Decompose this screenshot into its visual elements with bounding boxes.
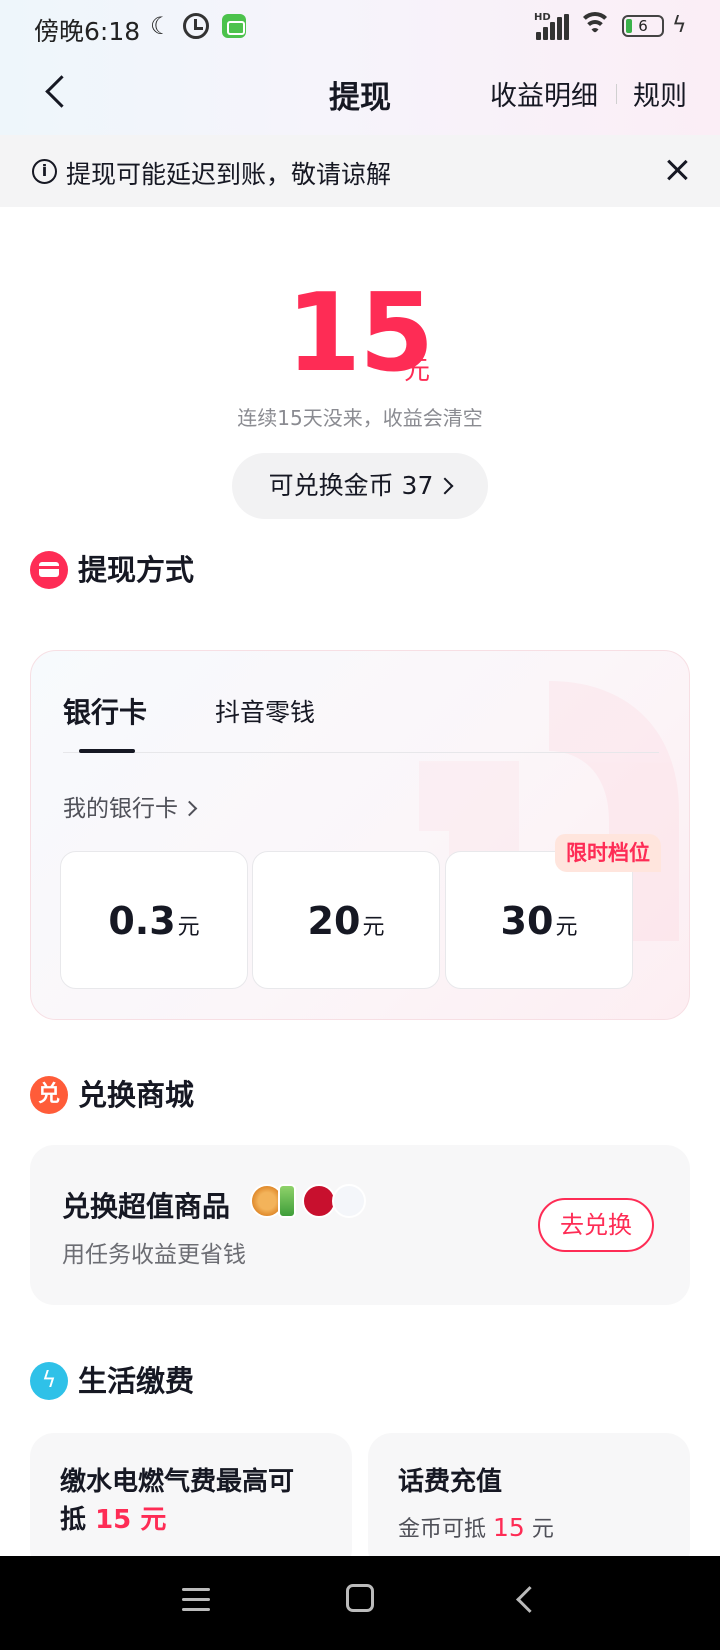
battery-icon: 6 [622,15,664,37]
active-tab-indicator [79,749,135,753]
menu-icon[interactable] [182,1588,210,1612]
exchange-coins-button[interactable]: 可兑换金币 37 [232,453,488,519]
coins-label: 可兑换金币 37 [268,471,434,500]
section-title: 兑换商城 [78,1078,195,1112]
withdraw-card: 银行卡 抖音零钱 我的银行卡 0.3元 20元 30元 限时档位 [30,650,690,1020]
balance-unit: 元 [404,356,431,386]
nav-divider [616,84,617,104]
amount-unit: 元 [362,915,385,940]
drink-icon [278,1184,296,1218]
utilities-title-line2: 抵 [60,1505,87,1535]
chevron-right-icon [181,800,198,817]
phone-unit: 元 [531,1517,554,1542]
section-title: 提现方式 [78,553,195,587]
go-exchange-button[interactable]: 去兑换 [538,1198,654,1252]
rules-link[interactable]: 规则 [633,74,687,113]
tab-divider [63,752,659,753]
my-bank-card-link[interactable]: 我的银行卡 [63,789,198,823]
exchange-card-title: 兑换超值商品 [62,1190,231,1223]
alarm-icon [183,13,209,39]
notice-banner: i 提现可能延迟到账，敬请谅解 [0,135,720,207]
system-back-icon[interactable] [512,1586,536,1610]
chevron-right-icon [436,477,454,495]
utilities-card[interactable]: 缴水电燃气费最高可 抵 15 元 [30,1433,352,1573]
utilities-title: 缴水电燃气费最高可 抵 15 元 [60,1463,294,1539]
lightning-icon: ϟ [30,1362,68,1400]
card-icon [30,551,68,589]
tab-douyin-wallet[interactable]: 抖音零钱 [215,693,315,729]
phone-amount: 15 [493,1513,525,1542]
phone-recharge-card[interactable]: 话费充值 金币可抵 15 元 [368,1433,690,1573]
exchange-card-subtitle: 用任务收益更省钱 [62,1242,246,1268]
shop-icon: 兑 [30,1076,68,1114]
info-icon: i [32,159,57,184]
phone-recharge-title: 话费充值 [398,1467,503,1497]
nav-bar: 提现 收益明细 规则 [0,60,720,126]
utilities-title-prefix: 缴水电燃气费最高可 [60,1467,295,1497]
system-nav-bar [0,1556,720,1650]
amount-unit: 元 [177,915,200,940]
notice-text: 提现可能延迟到账，敬请谅解 [66,160,392,189]
close-icon[interactable] [664,157,690,183]
phone-recharge-subtitle: 金币可抵 15 元 [398,1511,554,1543]
amount-option[interactable]: 20元 [252,851,440,989]
utilities-unit: 元 [140,1505,167,1535]
amount-unit: 元 [555,915,578,940]
page-title: 提现 [329,80,391,116]
earnings-detail-link[interactable]: 收益明细 [490,74,598,113]
wifi-icon [578,12,612,40]
amount-value: 0.3 [108,899,176,943]
phone-sub-prefix: 金币可抵 [398,1517,487,1542]
kfc-icon [302,1184,336,1218]
balance-warning: 连续15天没来，收益会清空 [237,406,483,430]
amount-option[interactable]: 0.3元 [60,851,248,989]
limited-time-badge: 限时档位 [555,834,661,872]
charging-icon: ϟ [672,13,687,38]
home-icon[interactable] [346,1584,374,1612]
my-bank-card-label: 我的银行卡 [63,796,178,822]
product-thumbnails [250,1184,380,1220]
toothbrush-icon [332,1184,366,1218]
status-bar: 傍晚6:18 ☾ HD 6 ϟ [0,0,720,54]
utilities-amount: 15 [95,1505,132,1535]
amount-value: 20 [307,899,361,943]
amount-value: 30 [500,899,554,943]
section-title: 生活缴费 [78,1364,195,1398]
app-notification-icon [222,14,246,38]
moon-icon: ☾ [150,12,172,40]
status-time: 傍晚6:18 [34,17,141,46]
signal-icon [536,14,570,40]
exchange-card[interactable]: 兑换超值商品 用任务收益更省钱 去兑换 [30,1145,690,1305]
tab-bank-card[interactable]: 银行卡 [63,691,147,731]
